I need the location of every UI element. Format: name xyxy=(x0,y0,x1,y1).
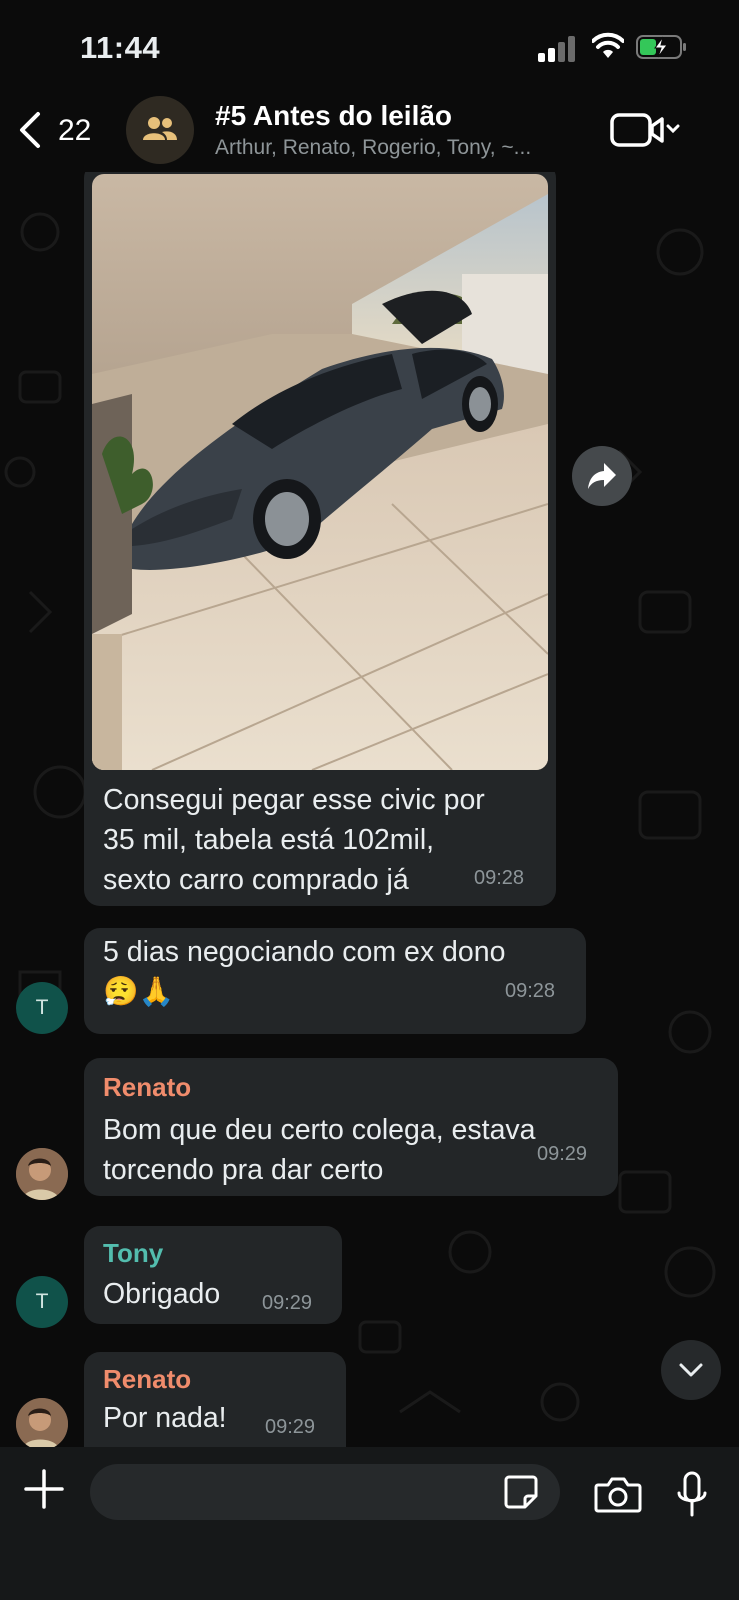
avatar-photo-image xyxy=(16,1398,68,1447)
message-time: 09:28 xyxy=(505,980,556,1002)
message-text: Bom que deu certo colega, estava torcend… xyxy=(103,1114,536,1186)
message-time: 09:29 xyxy=(537,1143,588,1165)
chat-area[interactable]: Consegui pegar esse civic por 35 mil, ta… xyxy=(0,172,739,1447)
message-time: 09:29 xyxy=(262,1292,313,1314)
message-input[interactable] xyxy=(90,1464,560,1520)
status-time: 11:44 xyxy=(80,30,161,65)
sender-name[interactable]: Tony xyxy=(103,1238,163,1269)
sender-name[interactable]: Renato xyxy=(103,1072,191,1103)
camera-icon[interactable] xyxy=(594,1475,642,1515)
avatar[interactable]: T xyxy=(16,982,68,1034)
video-call-icon[interactable] xyxy=(610,110,680,150)
message-time: 09:28 xyxy=(474,867,525,889)
status-bar: 11:44 xyxy=(0,0,739,100)
chat-header: 22 #5 Antes do leilão Arthur, Renato, Ro… xyxy=(0,96,739,172)
signal-icon xyxy=(538,34,578,62)
message-time: 09:29 xyxy=(265,1416,316,1438)
chevron-left-icon[interactable] xyxy=(14,110,46,150)
forward-button[interactable] xyxy=(572,446,632,506)
chat-members[interactable]: Arthur, Renato, Rogerio, Tony, ~... xyxy=(215,136,575,160)
chevron-down-icon xyxy=(679,1363,703,1377)
car-photo[interactable] xyxy=(92,174,548,770)
group-avatar[interactable] xyxy=(126,96,194,164)
forward-icon xyxy=(588,463,616,489)
avatar-photo-image xyxy=(16,1148,68,1200)
battery-charging-icon xyxy=(636,35,686,59)
plus-icon[interactable] xyxy=(24,1469,64,1509)
wifi-icon xyxy=(592,32,624,58)
back-unread-count[interactable]: 22 xyxy=(58,114,91,148)
message-text: 5 dias negociando com ex dono 😮‍💨🙏 xyxy=(103,936,506,1008)
chat-title[interactable]: #5 Antes do leilão xyxy=(215,100,452,132)
scroll-to-bottom-button[interactable] xyxy=(661,1340,721,1400)
avatar[interactable] xyxy=(16,1398,68,1447)
sender-name[interactable]: Renato xyxy=(103,1364,191,1395)
sticker-icon[interactable] xyxy=(503,1474,539,1510)
avatar[interactable]: T xyxy=(16,1276,68,1328)
avatar[interactable] xyxy=(16,1148,68,1200)
input-bar xyxy=(0,1447,739,1600)
mic-icon[interactable] xyxy=(675,1471,709,1519)
group-icon xyxy=(143,117,177,140)
